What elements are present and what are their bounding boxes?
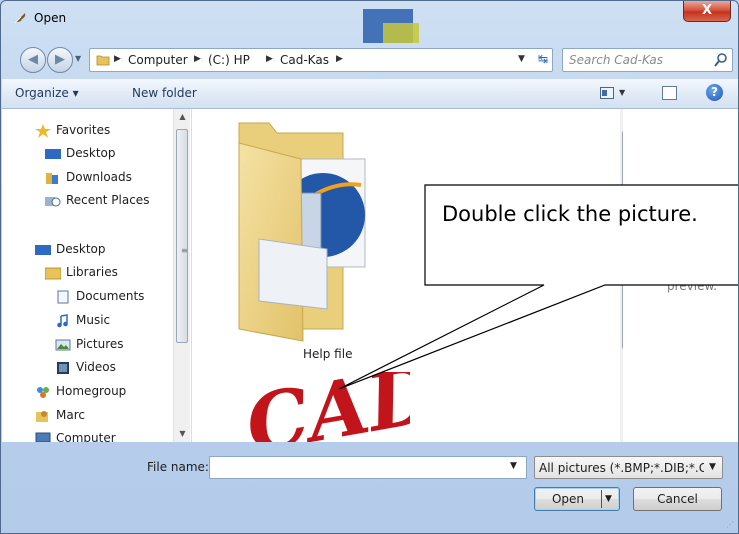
videos-icon (57, 362, 69, 374)
navigation-pane: Favorites Desktop Downloads Recent Place… (2, 109, 192, 442)
file-name-label: File name: (147, 460, 209, 474)
file-name-combobox[interactable]: ▼ (209, 456, 527, 479)
sidebar-item-label: Marc (56, 408, 85, 422)
preview-message: preview. (667, 279, 718, 293)
recent-locations-dropdown[interactable]: ▼ (75, 54, 81, 63)
cad-logo-text: CAD (240, 372, 410, 442)
preview-pane: preview. (642, 109, 738, 442)
open-file-dialog: Open X ◀ ▶ ▼ ▶ Computer ▶ (C:) HP ▶ Cad-… (0, 0, 739, 534)
computer-icon (35, 432, 51, 442)
breadcrumb-separator-icon[interactable]: ▶ (114, 54, 121, 64)
navigation-scrollbar[interactable]: ▲ ≡ ▼ (173, 109, 190, 442)
recent-places-icon (45, 197, 61, 207)
cancel-button[interactable]: Cancel (633, 487, 722, 511)
desktop-icon (35, 245, 51, 255)
breadcrumb-cad-kas[interactable]: Cad-Kas (280, 53, 329, 67)
back-button[interactable]: ◀ (20, 47, 46, 73)
folder-icon (238, 122, 366, 342)
chevron-down-icon[interactable]: ▼ (510, 461, 517, 471)
sidebar-item-label: Videos (76, 360, 116, 374)
help-file-folder[interactable] (231, 119, 376, 344)
pictures-icon (55, 339, 71, 351)
scroll-up-icon[interactable]: ▲ (620, 109, 623, 125)
music-icon (57, 314, 68, 328)
breadcrumb-separator-icon[interactable]: ▶ (336, 54, 343, 64)
command-bar: Organize ▾ New folder ▼ ? (2, 79, 738, 109)
homegroup-icon (37, 387, 49, 398)
scroll-down-icon[interactable]: ▼ (174, 426, 191, 442)
preview-pane-icon[interactable] (662, 86, 677, 100)
search-box[interactable] (562, 48, 733, 72)
breadcrumb-computer[interactable]: Computer (128, 53, 188, 67)
scrollbar-thumb[interactable] (622, 131, 623, 349)
search-input[interactable] (567, 51, 707, 69)
sidebar-item-label: Homegroup (56, 384, 127, 398)
file-item-label[interactable]: Help file (303, 347, 352, 361)
downloads-icon (46, 173, 58, 184)
chevron-down-icon[interactable]: ▼ (518, 54, 525, 64)
open-button-label: Open (551, 492, 585, 506)
star-icon (35, 124, 51, 138)
chevron-down-icon[interactable]: ▼ (605, 488, 612, 510)
chevron-down-icon[interactable]: ▼ (619, 88, 625, 97)
documents-icon (57, 290, 69, 304)
folder-icon (96, 55, 110, 66)
dialog-content: Favorites Desktop Downloads Recent Place… (2, 109, 738, 442)
resize-grip-icon[interactable]: ⋰ (726, 520, 734, 529)
sidebar-item-label: Libraries (66, 265, 118, 279)
refresh-icon[interactable]: ↹ (534, 52, 552, 68)
chevron-down-icon[interactable]: ▼ (709, 462, 716, 472)
desktop-icon (45, 149, 61, 159)
sidebar-item-label: Favorites (56, 123, 111, 137)
sidebar-item-label: Music (76, 313, 111, 327)
sidebar-item-label: Pictures (76, 337, 124, 351)
libraries-icon (45, 267, 61, 280)
search-icon[interactable] (713, 52, 729, 68)
window-title: Open (34, 11, 67, 25)
change-view-icon[interactable] (600, 87, 614, 99)
sidebar-item-label: Desktop (66, 146, 116, 160)
file-list-scrollbar[interactable]: ▲ ▼ (620, 109, 623, 442)
dialog-footer: File name: ▼ All pictures (*.BMP;*.DIB;*… (2, 442, 738, 533)
file-name-input[interactable] (213, 459, 503, 476)
breadcrumb-separator-icon[interactable]: ▶ (266, 54, 273, 64)
organize-menu[interactable]: Organize ▾ (15, 86, 79, 100)
sidebar-item-label: Computer (56, 431, 116, 442)
cad-picture-file[interactable]: CAD (239, 348, 443, 442)
new-folder-button[interactable]: New folder (132, 86, 197, 100)
sidebar-item-label: Downloads (66, 170, 132, 184)
scrollbar-thumb[interactable]: ≡ (176, 129, 188, 343)
title-bar[interactable]: Open X (1, 1, 738, 43)
background-app-icon-accent (383, 23, 419, 43)
help-icon[interactable]: ? (706, 84, 723, 101)
scroll-up-icon[interactable]: ▲ (174, 109, 191, 125)
breadcrumb-drive[interactable]: (C:) HP (208, 53, 250, 67)
address-bar[interactable]: ▶ Computer ▶ (C:) HP ▶ Cad-Kas ▶ ▼ ↹ (89, 48, 553, 72)
open-button[interactable]: Open ▼ (534, 487, 620, 511)
breadcrumb-separator-icon[interactable]: ▶ (194, 54, 201, 64)
file-type-filter-value: All pictures (*.BMP;*.DIB;*.GI (539, 461, 704, 475)
file-list-pane: Help file CAD ▲ ▼ (193, 109, 623, 442)
navigation-bar: ◀ ▶ ▼ ▶ Computer ▶ (C:) HP ▶ Cad-Kas ▶ ▼… (1, 41, 738, 77)
user-folder-icon (36, 411, 48, 422)
sidebar-item-label: Desktop (56, 242, 106, 256)
feather-icon (14, 13, 26, 24)
close-button[interactable]: X (683, 1, 731, 22)
sidebar-item-label: Documents (76, 289, 145, 303)
file-type-filter[interactable]: All pictures (*.BMP;*.DIB;*.GI ▼ (534, 456, 723, 479)
forward-button[interactable]: ▶ (47, 47, 73, 73)
scroll-down-icon[interactable]: ▼ (620, 426, 623, 442)
split-button-divider (601, 490, 602, 508)
sidebar-item-label: Recent Places (66, 193, 150, 207)
cad-image-icon: CAD (239, 348, 443, 442)
